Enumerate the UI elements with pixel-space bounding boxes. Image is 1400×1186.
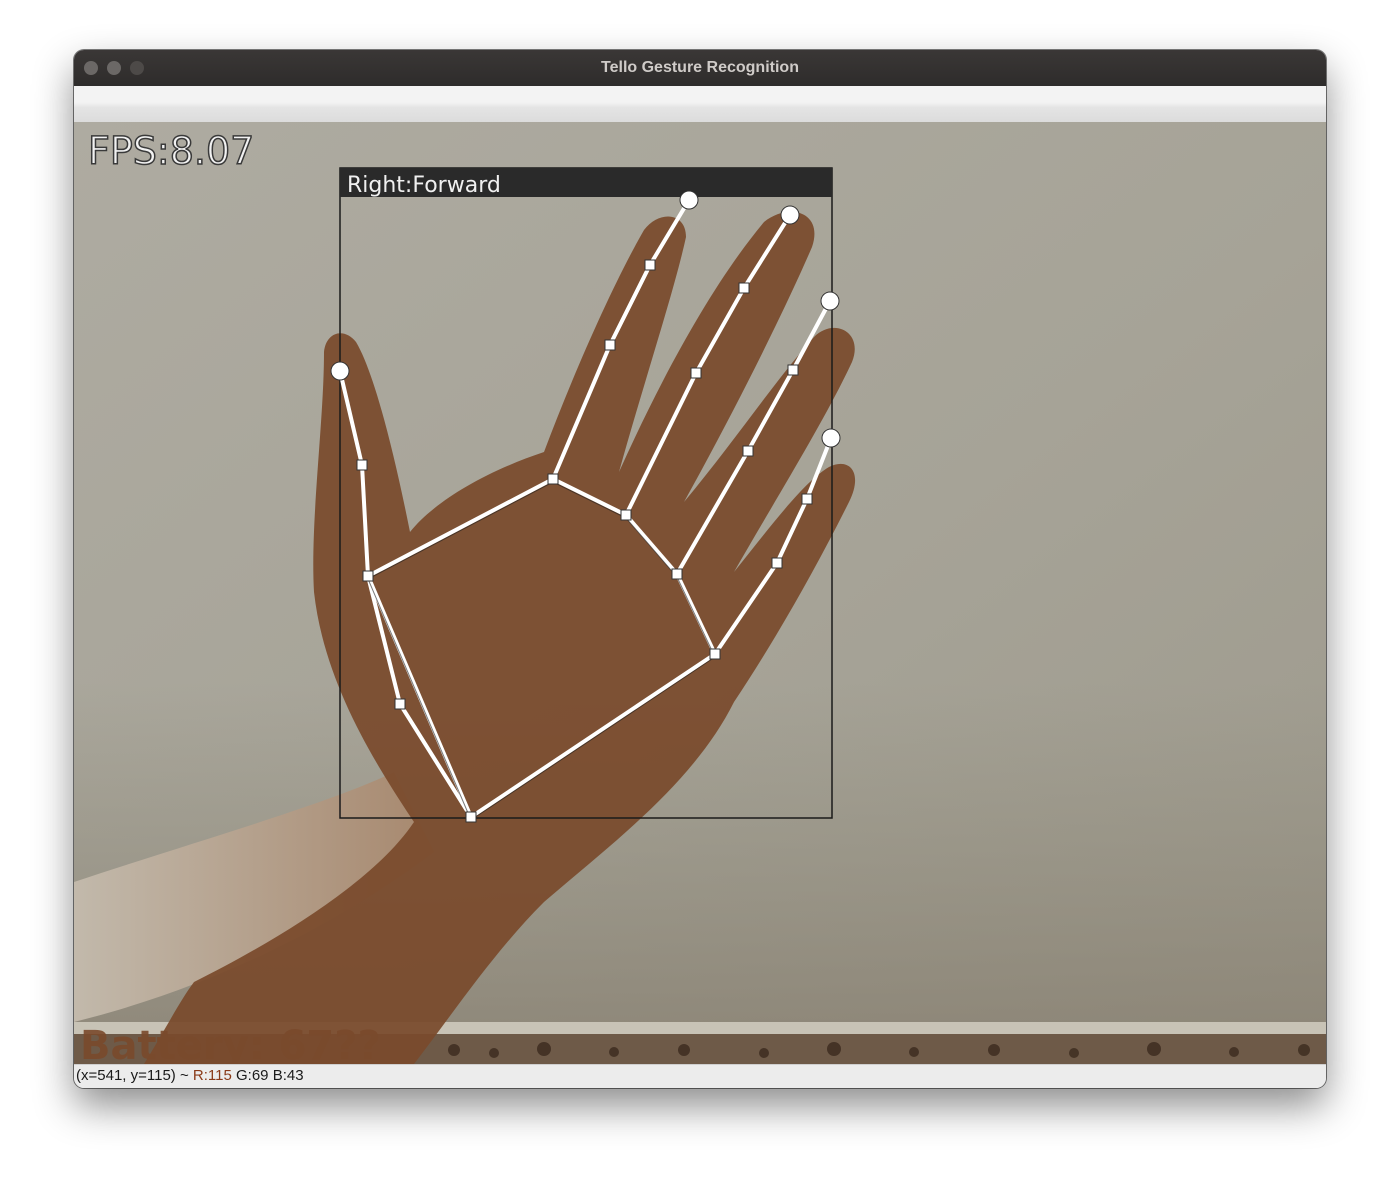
joint-ring-pip (742, 445, 754, 457)
pixel-green-value: G:69 (235, 1067, 269, 1084)
joint-index-mcp (547, 473, 559, 485)
pixel-blue-value: B:43 (272, 1067, 304, 1084)
joint-middle-dip (738, 282, 750, 294)
toolbar (74, 86, 1326, 123)
close-button[interactable] (84, 61, 98, 75)
joint-thumb-tip (330, 361, 350, 381)
minimize-button[interactable] (107, 61, 121, 75)
joint-ring-tip (820, 291, 840, 311)
joint-wrist (465, 811, 477, 823)
joint-pinky-pip (771, 557, 783, 569)
joint-thumb-cmc (394, 698, 406, 710)
battery-readout: Battery: 67?? (80, 1023, 381, 1064)
joint-index-pip (604, 339, 616, 351)
fps-readout: FPS:8.07 (88, 129, 254, 173)
joint-thumb-mcp (362, 570, 374, 582)
hand-label-text: Right:Forward (347, 173, 501, 198)
joint-ring-dip (787, 364, 799, 376)
joint-pinky-dip (801, 493, 813, 505)
joint-pinky-tip (821, 428, 841, 448)
joint-pinky-mcp (709, 648, 721, 660)
joint-ring-mcp (671, 568, 683, 580)
window-title: Tello Gesture Recognition (601, 59, 799, 76)
joint-index-tip (679, 190, 699, 210)
camera-view[interactable]: FPS:8.07 Right:Forward Battery: 67?? (74, 122, 1326, 1064)
app-window: Tello Gesture Recognition FPS:8.07 Right… (74, 50, 1326, 1088)
status-bar: (x=541, y=115) ~ R:115 G:69 B:43 (74, 1064, 1326, 1088)
window-controls (84, 61, 144, 75)
joint-index-dip (644, 259, 656, 271)
cursor-coords: (x=541, y=115) ~ (76, 1067, 189, 1084)
title-bar[interactable]: Tello Gesture Recognition (74, 50, 1326, 86)
joint-thumb-ip (356, 459, 368, 471)
camera-frame: FPS:8.07 Right:Forward Battery: 67?? (74, 122, 1326, 1064)
joint-middle-tip (780, 205, 800, 225)
zoom-button[interactable] (130, 61, 144, 75)
pixel-red-value: R:115 (192, 1067, 232, 1084)
joint-middle-pip (690, 367, 702, 379)
joint-middle-mcp (620, 509, 632, 521)
